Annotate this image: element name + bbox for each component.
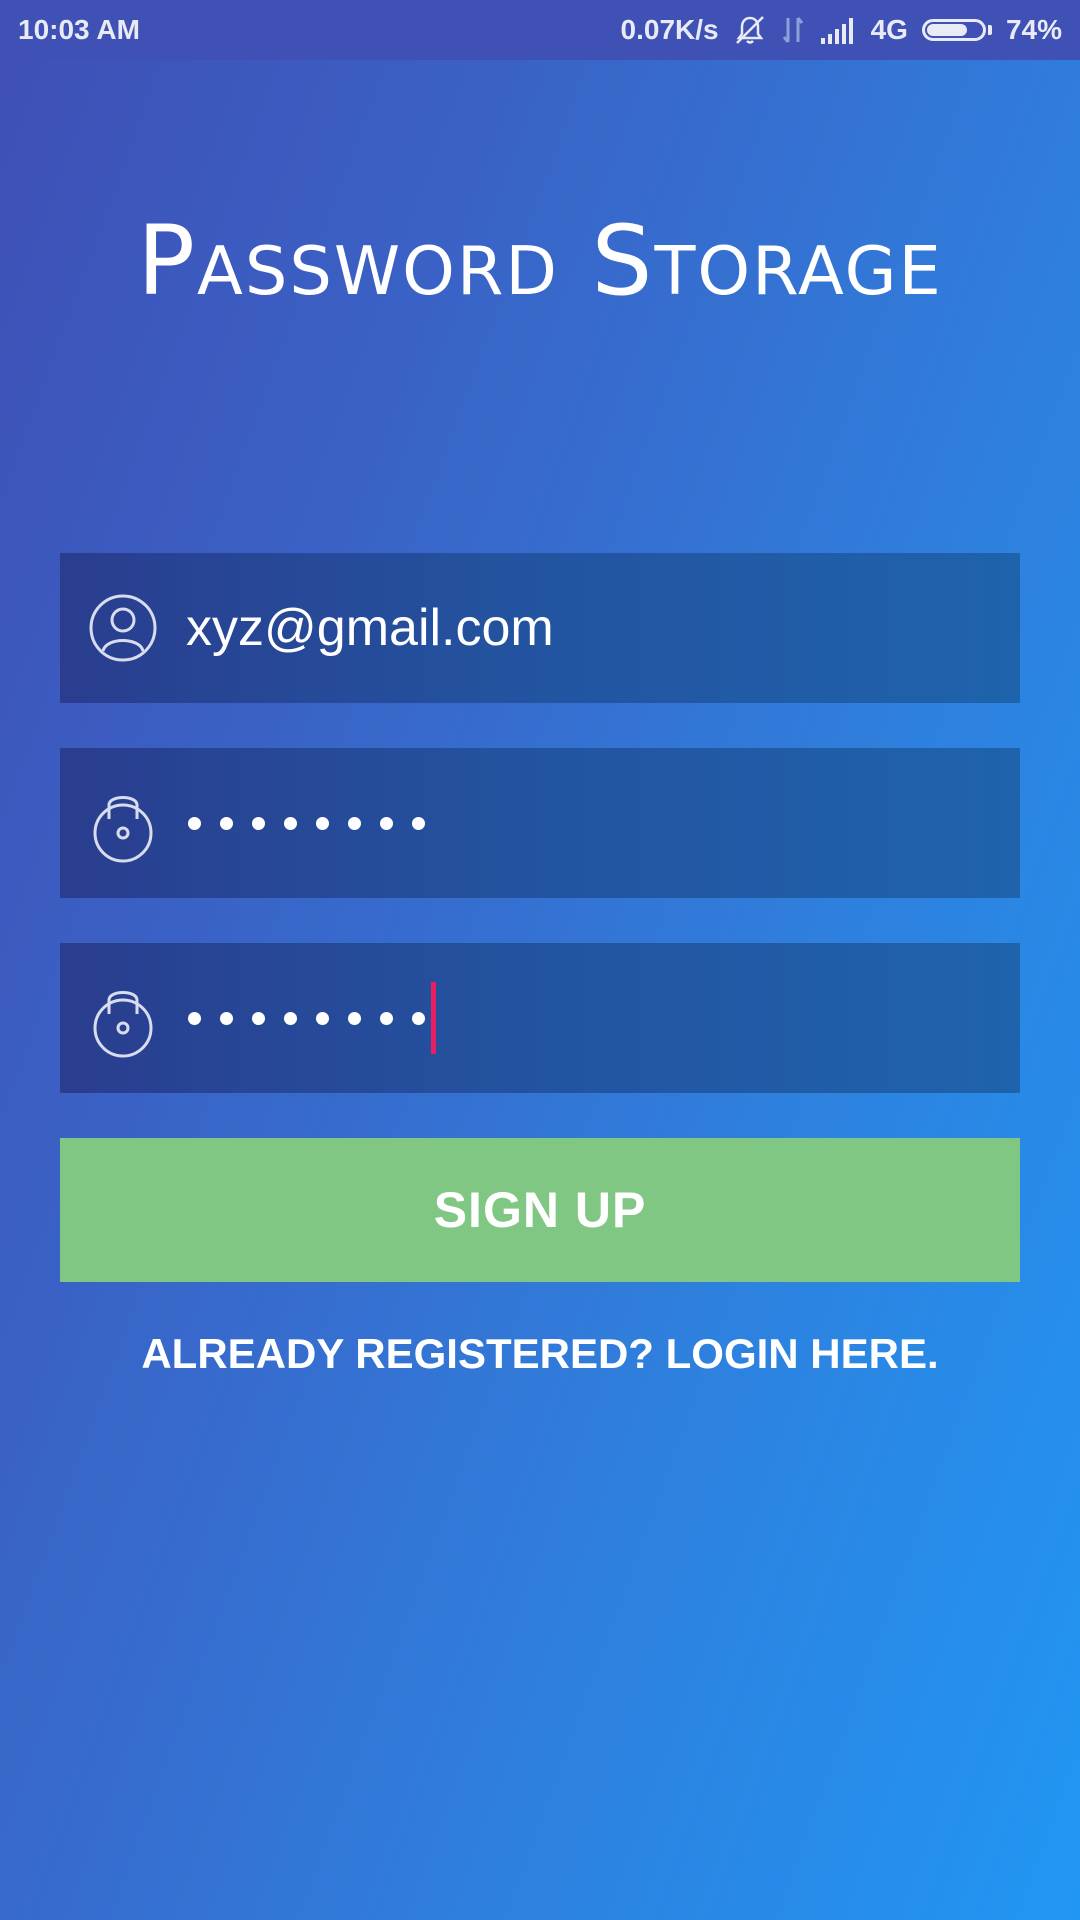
data-arrows-icon xyxy=(781,14,805,46)
email-field[interactable]: xyz@gmail.com xyxy=(60,553,1020,703)
login-link[interactable]: ALREADY REGISTERED? LOGIN HERE. xyxy=(0,1330,1080,1378)
signup-button[interactable]: SIGN UP xyxy=(60,1138,1020,1282)
network-speed: 0.07K/s xyxy=(620,14,719,45)
app-title: Password Storage xyxy=(137,205,943,317)
battery-percent: 74% xyxy=(1005,14,1062,45)
user-icon xyxy=(88,588,158,668)
network-type: 4G xyxy=(870,14,908,45)
status-bar: 10:03 AM 0.07K/s 4G 74% xyxy=(0,0,1080,60)
email-value: xyz@gmail.com xyxy=(186,599,554,657)
password-field[interactable] xyxy=(60,748,1020,898)
password-mask xyxy=(188,816,425,830)
text-cursor xyxy=(431,982,436,1054)
status-icons: 0.07K/s 4G 74% xyxy=(621,13,1062,47)
battery-icon xyxy=(921,19,992,41)
signal-icon xyxy=(819,16,857,44)
confirm-password-mask xyxy=(188,1011,425,1025)
status-time: 10:03 AM xyxy=(18,14,140,45)
vibrate-off-icon xyxy=(733,13,767,47)
lock-icon xyxy=(88,783,158,863)
lock-icon xyxy=(88,978,158,1058)
confirm-password-field[interactable] xyxy=(60,943,1020,1093)
